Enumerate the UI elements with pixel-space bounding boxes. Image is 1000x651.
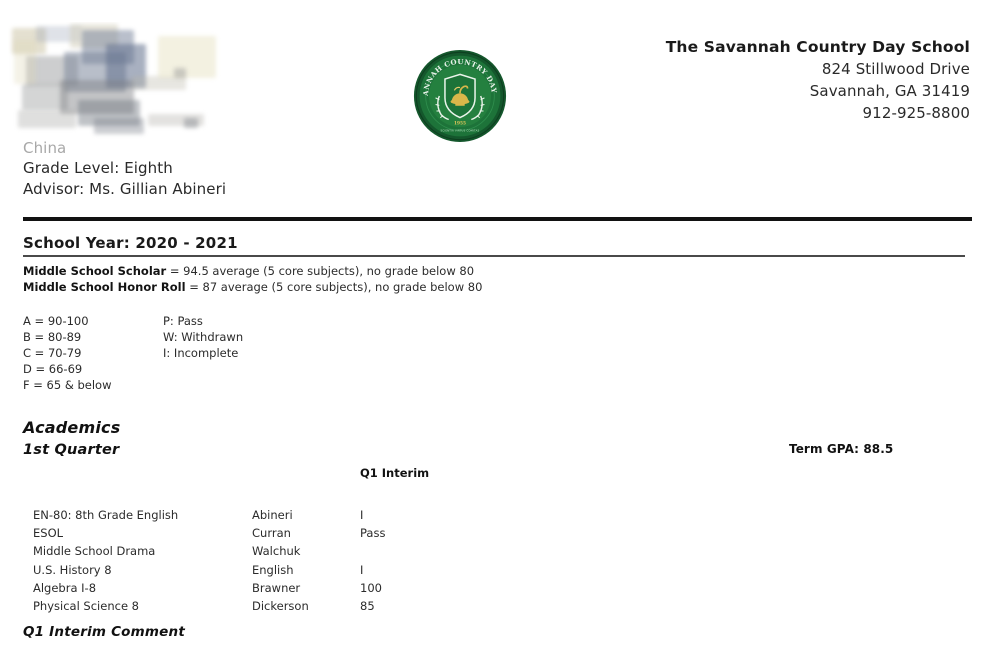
cell-course: Algebra I-8 bbox=[33, 580, 97, 595]
term-gpa: Term GPA: 88.5 bbox=[789, 442, 894, 456]
table-row: U.S. History 8 English I bbox=[0, 561, 1000, 579]
honor-criterion-honor-roll: Middle School Honor Roll = 87 average (5… bbox=[23, 280, 482, 296]
academics-section-title: Academics bbox=[23, 418, 121, 437]
table-row: Algebra I-8 Brawner 100 bbox=[0, 579, 1000, 597]
cell-teacher: Curran bbox=[252, 526, 291, 541]
honor-roll-label: Middle School Honor Roll bbox=[23, 279, 186, 294]
svg-text:1955: 1955 bbox=[454, 122, 466, 127]
grading-scale-codes-column: P: Pass W: Withdrawn I: Incomplete bbox=[163, 313, 243, 361]
grade-scale-a: A = 90-100 bbox=[23, 314, 89, 328]
honor-scholar-label: Middle School Scholar bbox=[23, 264, 167, 278]
school-phone: 912-925-8800 bbox=[862, 104, 970, 122]
grade-code-withdrawn: W: Withdrawn bbox=[163, 330, 244, 344]
grade-scale-b: B = 80-89 bbox=[23, 330, 82, 344]
table-row: EN-80: 8th Grade English Abineri I bbox=[0, 506, 1000, 524]
column-header-q1-interim: Q1 Interim bbox=[360, 466, 430, 480]
school-name: The Savannah Country Day School bbox=[665, 38, 970, 56]
cell-grade: I bbox=[360, 562, 364, 577]
cell-teacher: Brawner bbox=[252, 580, 301, 595]
q1-interim-comment-title: Q1 Interim Comment bbox=[23, 624, 186, 640]
table-row: Middle School Drama Walchuk bbox=[0, 542, 1000, 560]
grading-scale-letters-column: A = 90-100 B = 80-89 C = 70-79 D = 66-69… bbox=[23, 313, 112, 393]
student-grade-level: Grade Level: Eighth bbox=[23, 159, 173, 177]
student-info-block: China Grade Level: Eighth Advisor: Ms. G… bbox=[23, 138, 226, 200]
cell-grade: Pass bbox=[360, 526, 386, 541]
header-divider-thick bbox=[23, 217, 972, 221]
table-body: EN-80: 8th Grade English Abineri I ESOL … bbox=[0, 506, 1000, 615]
cell-grade: 85 bbox=[360, 598, 375, 613]
table-header-row: Q1 Interim bbox=[0, 466, 1000, 488]
school-address-line2: Savannah, GA 31419 bbox=[809, 82, 970, 100]
report-card-page: China Grade Level: Eighth Advisor: Ms. G… bbox=[0, 0, 1000, 651]
cell-course: ESOL bbox=[33, 526, 64, 541]
grade-scale-f: F = 65 & below bbox=[23, 378, 112, 392]
cell-grade: 100 bbox=[360, 580, 382, 595]
grade-scale-c: C = 70-79 bbox=[23, 346, 82, 360]
cell-course: U.S. History 8 bbox=[33, 562, 112, 577]
svg-text:SCIENTIA VIRTUS COMITAS: SCIENTIA VIRTUS COMITAS bbox=[441, 129, 480, 133]
redacted-student-info-smudge bbox=[8, 22, 223, 150]
honor-roll-detail: = 87 average (5 core subjects), no grade… bbox=[185, 279, 483, 294]
cell-teacher: Walchuk bbox=[252, 544, 301, 559]
cell-teacher: Dickerson bbox=[252, 598, 309, 613]
grade-scale-d: D = 66-69 bbox=[23, 362, 83, 376]
cell-grade: I bbox=[360, 508, 364, 522]
grade-code-incomplete: I: Incomplete bbox=[163, 346, 239, 360]
school-year-label: School Year: 2020 - 2021 bbox=[23, 234, 238, 252]
student-advisor: Advisor: Ms. Gillian Abineri bbox=[23, 180, 227, 198]
cell-course: Physical Science 8 bbox=[33, 598, 139, 613]
cell-course: Middle School Drama bbox=[33, 544, 156, 559]
cell-teacher: English bbox=[252, 562, 294, 577]
honor-scholar-detail: = 94.5 average (5 core subjects), no gra… bbox=[166, 264, 475, 278]
honors-criteria-block: Middle School Scholar = 94.5 average (5 … bbox=[23, 264, 482, 295]
quarter-title: 1st Quarter bbox=[23, 442, 120, 458]
school-header: The Savannah Country Day School 824 Stil… bbox=[666, 36, 970, 124]
cell-teacher: Abineri bbox=[252, 508, 293, 522]
school-address-line1: 824 Stillwood Drive bbox=[821, 60, 970, 78]
course-grade-table: Q1 Interim EN-80: 8th Grade English Abin… bbox=[0, 466, 1000, 613]
table-row: ESOL Curran Pass bbox=[0, 524, 1000, 542]
honor-criterion-scholar: Middle School Scholar = 94.5 average (5 … bbox=[23, 264, 482, 280]
cell-course: EN-80: 8th Grade English bbox=[33, 508, 179, 522]
school-seal-logo: THE SAVANNAH COUNTRY DAY SCHOOL 1955 SCI… bbox=[409, 42, 507, 143]
table-row: Physical Science 8 Dickerson 85 bbox=[0, 597, 1000, 615]
grade-code-pass: P: Pass bbox=[163, 314, 203, 328]
school-year-divider-thin bbox=[23, 255, 965, 257]
student-country: China bbox=[23, 139, 67, 157]
